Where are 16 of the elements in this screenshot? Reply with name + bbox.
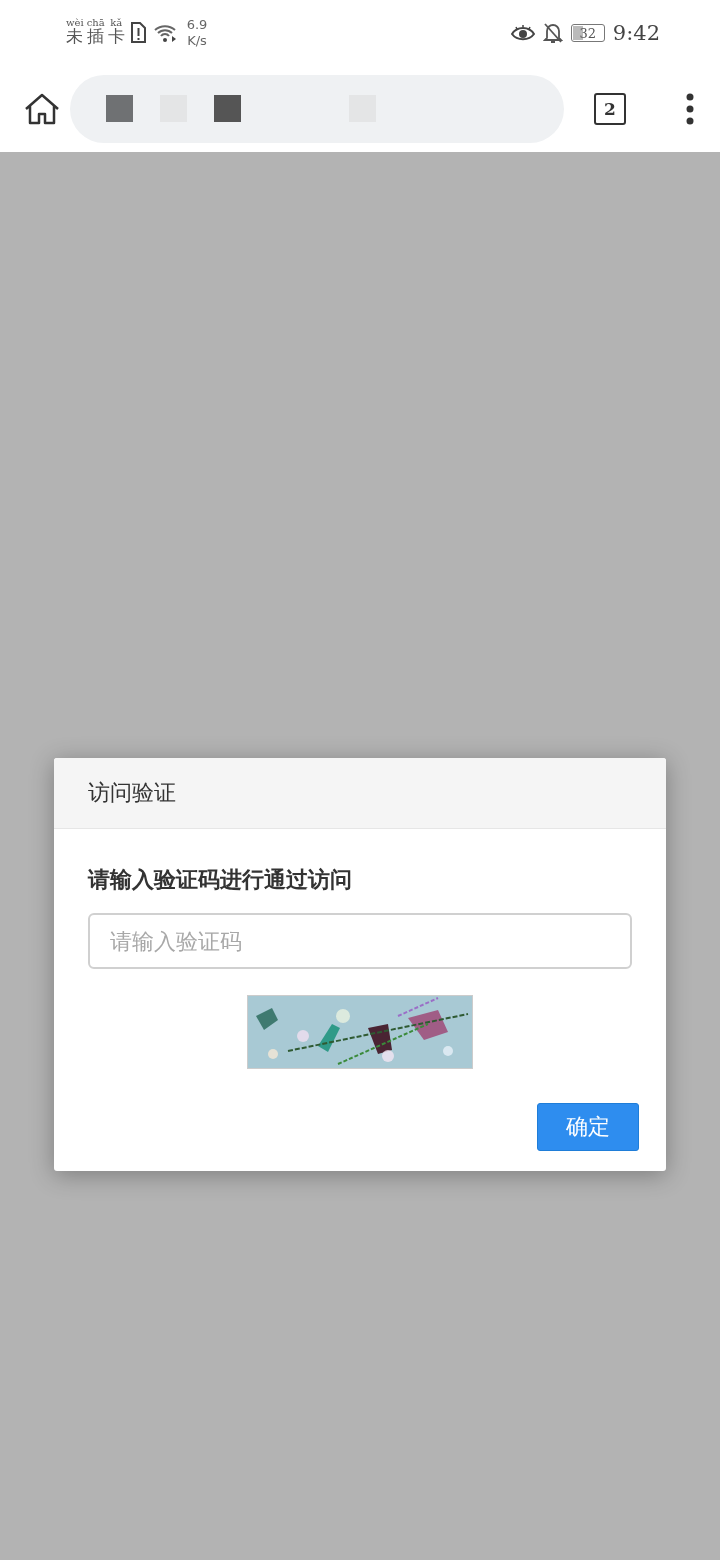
battery-icon: 32 [570, 24, 605, 42]
sim-status-character: 插 chā [86, 18, 105, 48]
bell-off-icon [542, 22, 563, 44]
sim-status-character: 未 wèi [66, 18, 84, 48]
overflow-menu-icon[interactable] [686, 93, 694, 125]
clock-time: 9:42 [612, 21, 660, 45]
captcha-input-field[interactable]: 请输入验证码 [88, 913, 632, 969]
dialog-title: 访问验证 [88, 779, 176, 807]
eye-icon [510, 24, 535, 42]
tab-count-button[interactable]: 2 [594, 93, 626, 125]
sim-status-character: 卡 kǎ [107, 18, 125, 48]
network-speed-unit: K/s [187, 33, 207, 49]
sim-alert-icon [128, 22, 147, 44]
network-speed: 6.9 [186, 17, 208, 33]
home-icon[interactable] [24, 93, 60, 125]
prompt-text: 请输入验证码进行通过访问 [88, 866, 353, 894]
